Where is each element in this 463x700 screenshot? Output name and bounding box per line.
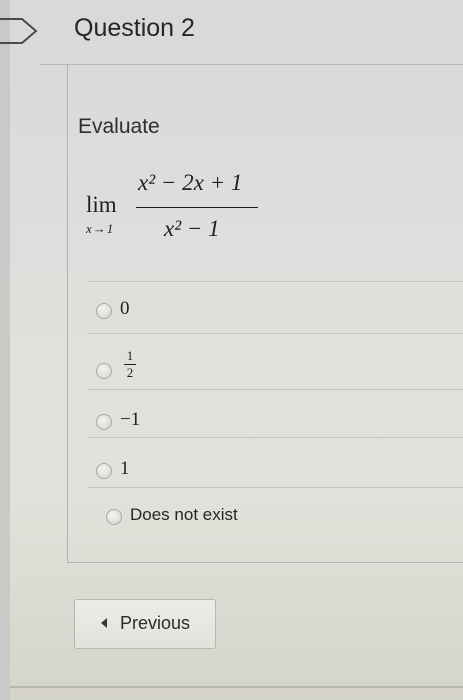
question-title: Question 2 (74, 14, 195, 42)
fraction-denominator: 2 (126, 365, 134, 380)
question-flag-icon[interactable] (0, 18, 42, 44)
option-label: −1 (120, 409, 141, 430)
previous-label: Previous (120, 613, 191, 633)
answer-option-1[interactable]: 1 (94, 457, 394, 487)
option-fraction: 1 2 (124, 349, 136, 380)
option-divider (88, 437, 463, 438)
limit-subscript: x→1 (86, 221, 115, 236)
fraction-bar (136, 207, 258, 208)
option-label: 0 (120, 298, 130, 319)
radio-button[interactable] (96, 363, 112, 379)
formula-denominator: x² − 1 (164, 216, 220, 241)
footer-divider (10, 686, 463, 688)
radio-button[interactable] (96, 414, 112, 430)
option-divider (88, 389, 463, 390)
option-label: 1 (120, 458, 130, 479)
card-border-bottom (67, 562, 463, 563)
left-edge-bar (0, 0, 10, 700)
previous-button[interactable]: Previous (74, 599, 216, 649)
radio-button[interactable] (96, 463, 112, 479)
fraction-numerator: 1 (126, 348, 134, 363)
answer-option-0[interactable]: 0 (94, 297, 394, 327)
answer-option-neg1[interactable]: −1 (94, 408, 394, 438)
limit-formula: lim x→1 x² − 2x + 1 x² − 1 (86, 170, 286, 250)
radio-button[interactable] (106, 509, 122, 525)
radio-button[interactable] (96, 303, 112, 319)
question-header: Question 2 (40, 0, 463, 65)
formula-numerator: x² − 2x + 1 (138, 170, 243, 195)
answer-option-one-half[interactable]: 1 2 (94, 349, 394, 387)
answer-option-dne[interactable]: Does not exist (94, 503, 394, 533)
option-divider (88, 333, 463, 334)
option-divider (88, 281, 463, 282)
card-border (67, 64, 68, 562)
option-label: Does not exist (130, 505, 238, 524)
limit-operator: lim (86, 192, 117, 217)
option-divider (88, 487, 463, 488)
left-arrow-icon (101, 618, 107, 628)
question-prompt: Evaluate (78, 115, 160, 138)
